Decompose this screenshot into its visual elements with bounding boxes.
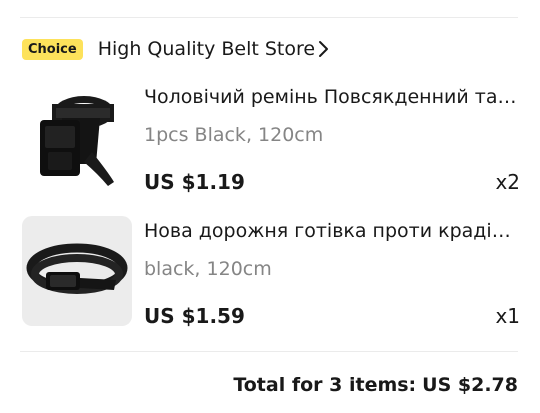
chevron-right-icon xyxy=(317,40,331,58)
item-quantity: x1 xyxy=(495,304,520,328)
total-label: Total for 3 items: xyxy=(233,374,417,396)
product-image[interactable] xyxy=(22,216,132,326)
item-price: US $1.59 xyxy=(144,304,245,328)
bottom-divider xyxy=(20,351,518,352)
item-price: US $1.19 xyxy=(144,170,245,194)
cart-item[interactable]: Нова дорожня готівка проти крадіжки ремі… xyxy=(22,216,520,328)
item-quantity: x2 xyxy=(495,170,520,194)
order-total: Total for 3 items: US $2.78 xyxy=(233,374,518,396)
item-title[interactable]: Нова дорожня готівка проти крадіжки ремі… xyxy=(144,220,519,242)
item-variant[interactable]: black, 120cm xyxy=(144,258,272,280)
top-divider xyxy=(20,17,518,18)
cart-item[interactable]: Чоловічий ремінь Повсякденний тактичний … xyxy=(22,82,520,194)
item-variant[interactable]: 1pcs Black, 120cm xyxy=(144,124,323,146)
black-nylon-belt-icon xyxy=(40,96,114,186)
product-image[interactable] xyxy=(22,82,132,192)
total-value: US $2.78 xyxy=(422,374,518,396)
choice-badge: Choice xyxy=(22,38,83,60)
item-title[interactable]: Чоловічий ремінь Повсякденний тактичний … xyxy=(144,86,519,108)
store-name: High Quality Belt Store xyxy=(97,38,316,60)
black-travel-belt-icon xyxy=(26,243,128,294)
store-link[interactable]: High Quality Belt Store xyxy=(98,38,331,60)
store-header: Choice High Quality Belt Store xyxy=(22,33,331,65)
